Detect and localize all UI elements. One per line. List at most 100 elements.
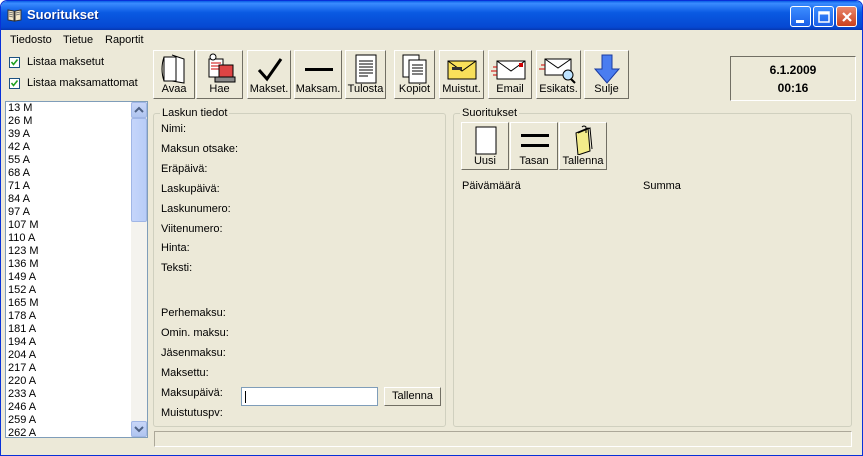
invoice-field-label: Muistutuspv: (161, 407, 223, 419)
list-item[interactable]: 178 A (8, 310, 36, 323)
close-icon (842, 12, 852, 22)
menu-raportit[interactable]: Raportit (105, 34, 144, 46)
list-item[interactable]: 181 A (8, 323, 36, 336)
list-item[interactable]: 246 A (8, 401, 36, 414)
scroll-down-button[interactable] (131, 421, 147, 437)
list-item[interactable]: 204 A (8, 349, 36, 362)
checkmark-icon (10, 59, 19, 66)
list-item[interactable]: 68 A (8, 167, 30, 180)
reminder-button[interactable]: Muistut. (439, 50, 484, 99)
open-button[interactable]: Avaa (153, 50, 195, 99)
unpaid-checkbox-label[interactable]: Listaa maksamattomat (27, 77, 138, 89)
invoice-field-label: Maksupäivä: (161, 387, 223, 399)
main-toolbar: Avaa Hae Makset. Maksam. Tulosta Kopiot … (153, 50, 633, 100)
list-item[interactable]: 55 A (8, 154, 30, 167)
list-item[interactable]: 42 A (8, 141, 30, 154)
paid-button[interactable]: Makset. (247, 50, 291, 99)
print-document-icon (355, 54, 377, 84)
app-book-icon (7, 9, 22, 22)
email-button[interactable]: Email (488, 50, 532, 99)
copies-button[interactable]: Kopiot (394, 50, 435, 99)
new-page-icon (475, 126, 497, 155)
list-item[interactable]: 233 A (8, 388, 36, 401)
dash-icon (305, 68, 333, 71)
list-item[interactable]: 165 M (8, 297, 39, 310)
checkmark-icon (257, 58, 283, 82)
unpaid-checkbox[interactable] (9, 78, 20, 89)
scroll-thumb[interactable] (131, 118, 147, 222)
list-item[interactable]: 149 A (8, 271, 36, 284)
window-title: Suoritukset (27, 7, 99, 22)
list-item[interactable]: 13 M (8, 102, 32, 115)
paid-checkbox[interactable] (9, 57, 20, 68)
list-item[interactable]: 262 A (8, 427, 36, 437)
close-button[interactable]: Sulje (584, 50, 629, 99)
current-date: 6.1.2009 (769, 63, 817, 77)
maximize-icon (818, 11, 830, 23)
minimize-button[interactable] (790, 6, 811, 27)
save-payment-button[interactable]: Tallenna (559, 122, 607, 170)
current-time: 00:16 (777, 81, 809, 95)
print-button[interactable]: Tulosta (345, 50, 386, 99)
list-item[interactable]: 220 A (8, 375, 36, 388)
invoice-list[interactable]: 13 M 26 M 39 A 42 A 55 A 68 A 71 A 84 A 97 A 107 … (5, 101, 148, 438)
title-bar[interactable]: Suoritukset (1, 1, 862, 30)
preview-icon (539, 58, 576, 84)
invoice-field-label: Hinta: (161, 242, 190, 254)
list-item[interactable]: 107 M (8, 219, 39, 232)
list-item[interactable]: 217 A (8, 362, 36, 375)
payment-date-input[interactable] (241, 387, 378, 406)
payments-title: Suoritukset (460, 107, 520, 119)
minimize-icon (796, 20, 804, 23)
new-payment-button[interactable]: Uusi (461, 122, 509, 170)
chevron-up-icon (134, 106, 144, 113)
reminder-envelope-icon (447, 60, 477, 80)
even-button[interactable]: Tasan (510, 122, 558, 170)
list-item[interactable]: 26 M (8, 115, 32, 128)
list-item[interactable]: 123 M (8, 245, 39, 258)
payments-toolbar: Uusi Tasan Tallenna (461, 122, 611, 172)
scroll-up-button[interactable] (131, 102, 147, 118)
invoice-field-label: Nimi: (161, 123, 187, 135)
list-item[interactable]: 110 A (8, 232, 35, 245)
email-icon (491, 60, 526, 80)
column-amount-header[interactable]: Summa (643, 180, 681, 192)
invoice-field-label: Teksti: (161, 262, 193, 274)
menu-tietue[interactable]: Tietue (63, 34, 93, 46)
menu-bar: Tiedosto Tietue Raportit (5, 31, 860, 49)
invoice-details-title: Laskun tiedot (160, 107, 230, 119)
list-item[interactable]: 259 A (8, 414, 36, 427)
list-item[interactable]: 97 A (8, 206, 30, 219)
maximize-button[interactable] (813, 6, 834, 27)
invoice-details-group: Laskun tiedot (153, 107, 446, 427)
invoice-field-label: Laskunumero: (161, 203, 231, 215)
unpaid-button[interactable]: Maksam. (294, 50, 342, 99)
list-item[interactable]: 84 A (8, 193, 30, 206)
close-arrow-icon (593, 54, 621, 84)
status-bar (154, 431, 852, 447)
preview-button[interactable]: Esikats. (536, 50, 581, 99)
invoice-field-label: Laskupäivä: (161, 183, 220, 195)
list-item[interactable]: 152 A (8, 284, 36, 297)
save-folder-icon (575, 125, 593, 155)
list-item[interactable]: 136 M (8, 258, 39, 271)
list-scrollbar[interactable] (131, 102, 147, 437)
column-date-header[interactable]: Päivämäärä (462, 180, 521, 192)
save-payment-date-button[interactable]: Tallenna (384, 387, 441, 406)
invoice-field-label: Jäsenmaksu: (161, 347, 226, 359)
list-filters: Listaa maksetut Listaa maksamattomat (5, 52, 149, 98)
invoice-field-label: Omin. maksu: (161, 327, 229, 339)
menu-tiedosto[interactable]: Tiedosto (10, 34, 52, 46)
invoice-field-label: Maksettu: (161, 367, 209, 379)
open-icon (161, 54, 185, 84)
invoice-field-label: Viitenumero: (161, 223, 223, 235)
close-window-button[interactable] (836, 6, 857, 27)
fetch-button[interactable]: Hae (196, 50, 243, 99)
list-item[interactable]: 39 A (8, 128, 30, 141)
list-item[interactable]: 71 A (8, 180, 30, 193)
main-window: Suoritukset Tiedosto Tietue Raportit Lis… (0, 0, 863, 456)
date-time-display: 6.1.2009 00:16 (730, 56, 856, 101)
paid-checkbox-label[interactable]: Listaa maksetut (27, 56, 104, 68)
equals-icon (521, 134, 549, 147)
list-item[interactable]: 194 A (8, 336, 36, 349)
